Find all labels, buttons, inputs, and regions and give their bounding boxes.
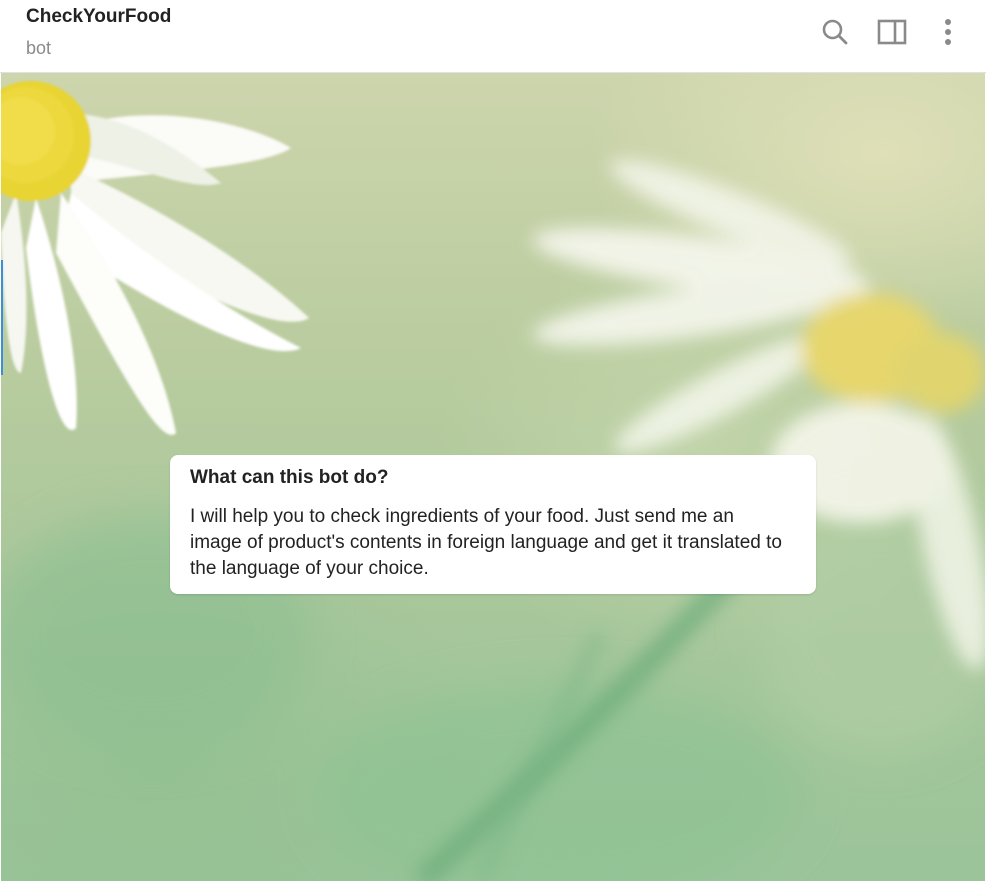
left-edge-indicator bbox=[1, 260, 3, 375]
search-icon bbox=[822, 19, 848, 45]
bot-info-title: What can this bot do? bbox=[190, 467, 389, 488]
more-options-button[interactable] bbox=[930, 14, 966, 50]
chat-window: CheckYourFood bot What can this bot do? … bbox=[0, 0, 986, 881]
toggle-sidebar-button[interactable] bbox=[874, 14, 910, 50]
sidebar-panel-icon bbox=[877, 19, 907, 45]
bot-info-card: What can this bot do? I will help you to… bbox=[170, 455, 816, 594]
chat-subtitle: bot bbox=[26, 38, 52, 58]
search-button[interactable] bbox=[817, 14, 853, 50]
chat-background: What can this bot do? I will help you to… bbox=[1, 73, 985, 881]
more-vertical-icon bbox=[945, 19, 951, 45]
chat-title[interactable]: CheckYourFood bbox=[26, 6, 171, 28]
chat-header: CheckYourFood bot bbox=[0, 0, 986, 73]
bot-info-description: I will help you to check ingredients of … bbox=[190, 506, 782, 579]
